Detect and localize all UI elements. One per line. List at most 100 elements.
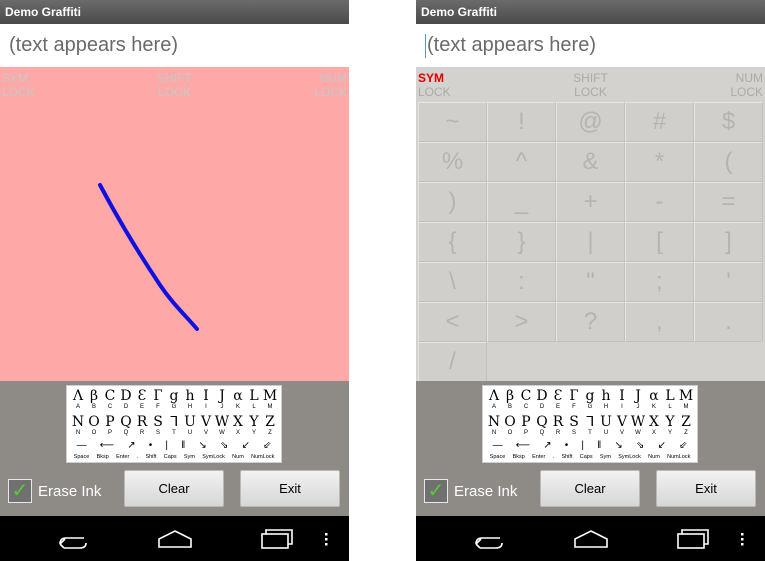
symbol-key[interactable]: . (694, 302, 763, 342)
ref-letter: L (252, 404, 256, 410)
ref-glyph: I (203, 388, 209, 404)
ref-letter: F (156, 404, 160, 410)
ref-letter: E (139, 404, 144, 410)
symbol-key[interactable]: - (625, 182, 694, 222)
symbol-key[interactable]: # (625, 102, 694, 142)
ref-glyph: L (249, 388, 259, 404)
symbol-key[interactable]: & (556, 142, 625, 182)
symbol-key[interactable]: } (487, 222, 556, 262)
symbol-key[interactable]: < (418, 302, 487, 342)
ref-glyph: I (619, 388, 625, 404)
ref-letter: G (171, 404, 177, 410)
symbol-row: ) _ + - = (418, 182, 763, 222)
ref-letter: E (555, 404, 560, 410)
ref-glyph: U (600, 414, 612, 430)
ref-stroke-arrow: ↗ (543, 440, 552, 451)
exit-button[interactable]: Exit (656, 470, 756, 507)
erase-ink-checkbox[interactable]: ✓ (8, 479, 32, 503)
overflow-menu-icon[interactable] (316, 525, 336, 553)
ref-command-label: Caps (579, 454, 593, 460)
ref-letter: Y (667, 430, 672, 436)
symbol-key[interactable]: / (418, 342, 487, 382)
graffiti-reference-card: ΛβCDƐГghIJαLM ABCDEFGHIJKLM NOPQRSᒣUVWXY… (482, 385, 698, 463)
symbol-area[interactable]: SYM LOCK SHIFT LOCK NUM LOCK ~! @ # $% ^ & *()… (416, 67, 765, 382)
ref-glyph: Q (120, 414, 132, 430)
checkmark-icon: ✓ (11, 480, 29, 502)
symbol-row: < >?,. (418, 302, 763, 342)
home-icon[interactable] (571, 525, 611, 553)
symbol-key[interactable]: " (556, 262, 625, 302)
back-icon[interactable] (470, 525, 510, 553)
ref-letters-row1: A B C D E F G H I J K L M (67, 404, 281, 411)
erase-ink-checkbox[interactable]: ✓ (424, 479, 448, 503)
symbol-key[interactable]: = (694, 182, 763, 222)
symbol-key[interactable]: @ (556, 102, 625, 142)
symbol-key[interactable]: | (556, 222, 625, 262)
ref-glyphs-row1: ΛβCDƐГghIJαLM (67, 389, 281, 403)
overflow-menu-icon[interactable] (732, 525, 752, 553)
system-nav-bar (0, 516, 349, 561)
ref-glyph: N (71, 414, 85, 430)
symbol-key[interactable]: _ (487, 182, 556, 222)
ref-letter: A (75, 404, 80, 410)
ref-command-label: SymLock (202, 454, 225, 460)
recent-apps-icon[interactable] (672, 525, 712, 553)
ref-letter: G (587, 404, 593, 410)
ref-glyph: Ɛ (137, 388, 147, 404)
back-icon[interactable] (54, 525, 94, 553)
symbol-key[interactable]: ' (694, 262, 763, 302)
recent-apps-icon[interactable] (256, 525, 296, 553)
ink-drawing-area[interactable]: SYM LOCK SHIFT LOCK NUM LOCK (0, 67, 349, 381)
ref-letter: M (267, 404, 273, 410)
symbol-key[interactable]: > (487, 302, 556, 342)
ref-command-label: Caps (163, 454, 177, 460)
symbol-key[interactable]: ] (694, 222, 763, 262)
ref-glyph: g (169, 388, 179, 404)
symbol-key[interactable]: \ (418, 262, 487, 302)
ref-letters-row2: N O P Q R S T U V W X Y Z (483, 430, 697, 437)
ref-letter: S (155, 430, 160, 436)
ref-letter: N (75, 430, 81, 436)
erase-ink-toggle[interactable]: ✓ Erase Ink (424, 476, 517, 506)
ref-glyph: D (536, 388, 548, 404)
symbol-key[interactable]: ^ (487, 142, 556, 182)
ref-glyph: P (105, 414, 115, 430)
ref-glyphs-row2: NOPQRSᒣUVWXYZ (483, 415, 697, 429)
symbol-key[interactable]: ? (556, 302, 625, 342)
clear-button[interactable]: Clear (540, 470, 640, 507)
symbol-key[interactable]: ) (418, 182, 487, 222)
ref-letter: W (635, 430, 641, 436)
symbol-key[interactable]: ( (694, 142, 763, 182)
symbol-key[interactable]: { (418, 222, 487, 262)
clear-button[interactable]: Clear (124, 470, 224, 507)
ref-letter: N (491, 430, 497, 436)
symbol-key[interactable]: ! (487, 102, 556, 142)
ref-letter: M (683, 404, 689, 410)
ref-letter: T (172, 430, 176, 436)
symbol-key[interactable]: ~ (418, 102, 487, 142)
text-output-field[interactable]: (text appears here) (416, 24, 765, 67)
ref-letter: Z (268, 430, 272, 436)
text-output-field[interactable]: (text appears here) (0, 24, 349, 67)
symbol-key[interactable]: [ (625, 222, 694, 262)
ref-glyph: X (649, 414, 659, 430)
symbol-grid: ~! @ # $% ^ & *() _ + - ={} |[] \: "; ' < >?,. / (418, 102, 763, 382)
home-icon[interactable] (155, 525, 195, 553)
ref-letter: B (507, 404, 512, 410)
exit-button[interactable]: Exit (240, 470, 340, 507)
ref-glyph: S (153, 414, 163, 430)
symbol-key[interactable]: , (625, 302, 694, 342)
ref-stroke-arrow: ‖ (181, 440, 186, 451)
erase-ink-toggle[interactable]: ✓ Erase Ink (8, 476, 101, 506)
ref-letter: U (603, 430, 609, 436)
symbol-key[interactable]: : (487, 262, 556, 302)
symbol-key[interactable]: ; (625, 262, 694, 302)
ref-glyph: P (521, 414, 531, 430)
symbol-key[interactable]: % (418, 142, 487, 182)
symbol-key[interactable]: + (556, 182, 625, 222)
symbol-key[interactable]: $ (694, 102, 763, 142)
ref-command-label: SymLock (618, 454, 641, 460)
symbol-key[interactable]: * (625, 142, 694, 182)
ref-command-label: Space (489, 454, 506, 460)
ref-letter: D (539, 404, 545, 410)
